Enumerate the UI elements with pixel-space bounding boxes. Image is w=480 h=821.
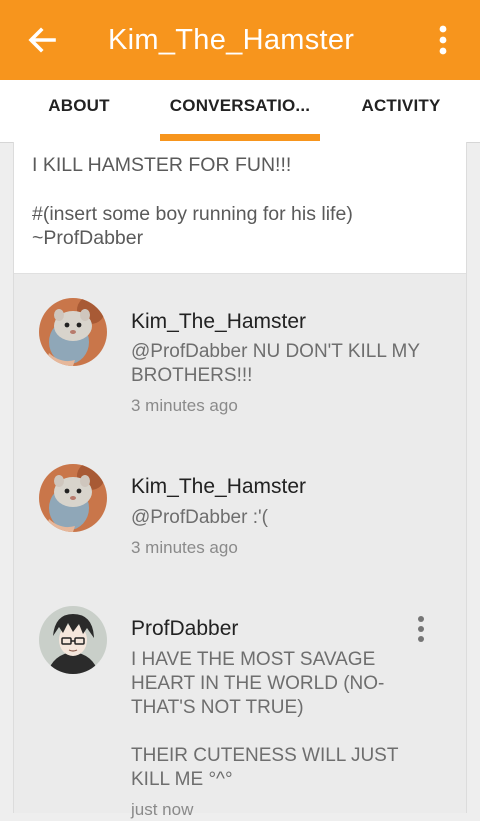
active-tab-indicator [160,134,320,141]
hamster-avatar-icon [39,464,107,532]
comment-text: @ProfDabber NU DON'T KILL MY [131,341,420,362]
app-bar: Kim_The_Hamster [0,0,480,80]
comment-text: THEIR CUTENESS WILL JUST [131,745,399,766]
comment-text: @ProfDabber :'( [131,507,268,528]
comment-timestamp: just now [131,800,194,819]
post-text: #(insert some boy running for his life) [32,203,353,225]
arrow-left-icon[interactable] [24,22,60,58]
hamster-avatar-icon [39,298,107,366]
anime-boy-avatar-icon [39,606,107,674]
comment-author[interactable]: Kim_The_Hamster [131,474,306,500]
divider [466,142,467,813]
post-text: ~ProfDabber [32,227,144,249]
page-title: Kim_The_Hamster [108,24,355,56]
avatar[interactable] [39,464,107,532]
comment-list: Kim_The_Hamster @ProfDabber NU DON'T KIL… [14,274,466,819]
comment-text: THAT'S NOT TRUE) [131,697,304,718]
comment-timestamp: 3 minutes ago [131,396,238,415]
comment-author[interactable]: ProfDabber [131,616,238,642]
tab-about[interactable]: ABOUT [18,80,140,142]
tab-conversation[interactable]: CONVERSATIO... [160,80,320,142]
more-vertical-icon[interactable] [413,614,429,644]
comment-text: I HAVE THE MOST SAVAGE [131,649,376,670]
comment-text: HEART IN THE WORLD (NO- [131,673,385,694]
comment-timestamp: 3 minutes ago [131,538,238,557]
post-text: I KILL HAMSTER FOR FUN!!! [32,154,292,176]
avatar[interactable] [39,606,107,674]
comment-author[interactable]: Kim_The_Hamster [131,309,306,335]
comment-text: KILL ME °^° [131,769,233,790]
comment-text: BROTHERS!!! [131,365,253,386]
more-vertical-icon[interactable] [428,22,458,58]
tab-activity[interactable]: ACTIVITY [340,80,462,142]
avatar[interactable] [39,298,107,366]
post-body: I KILL HAMSTER FOR FUN!!! #(insert some … [14,142,466,274]
